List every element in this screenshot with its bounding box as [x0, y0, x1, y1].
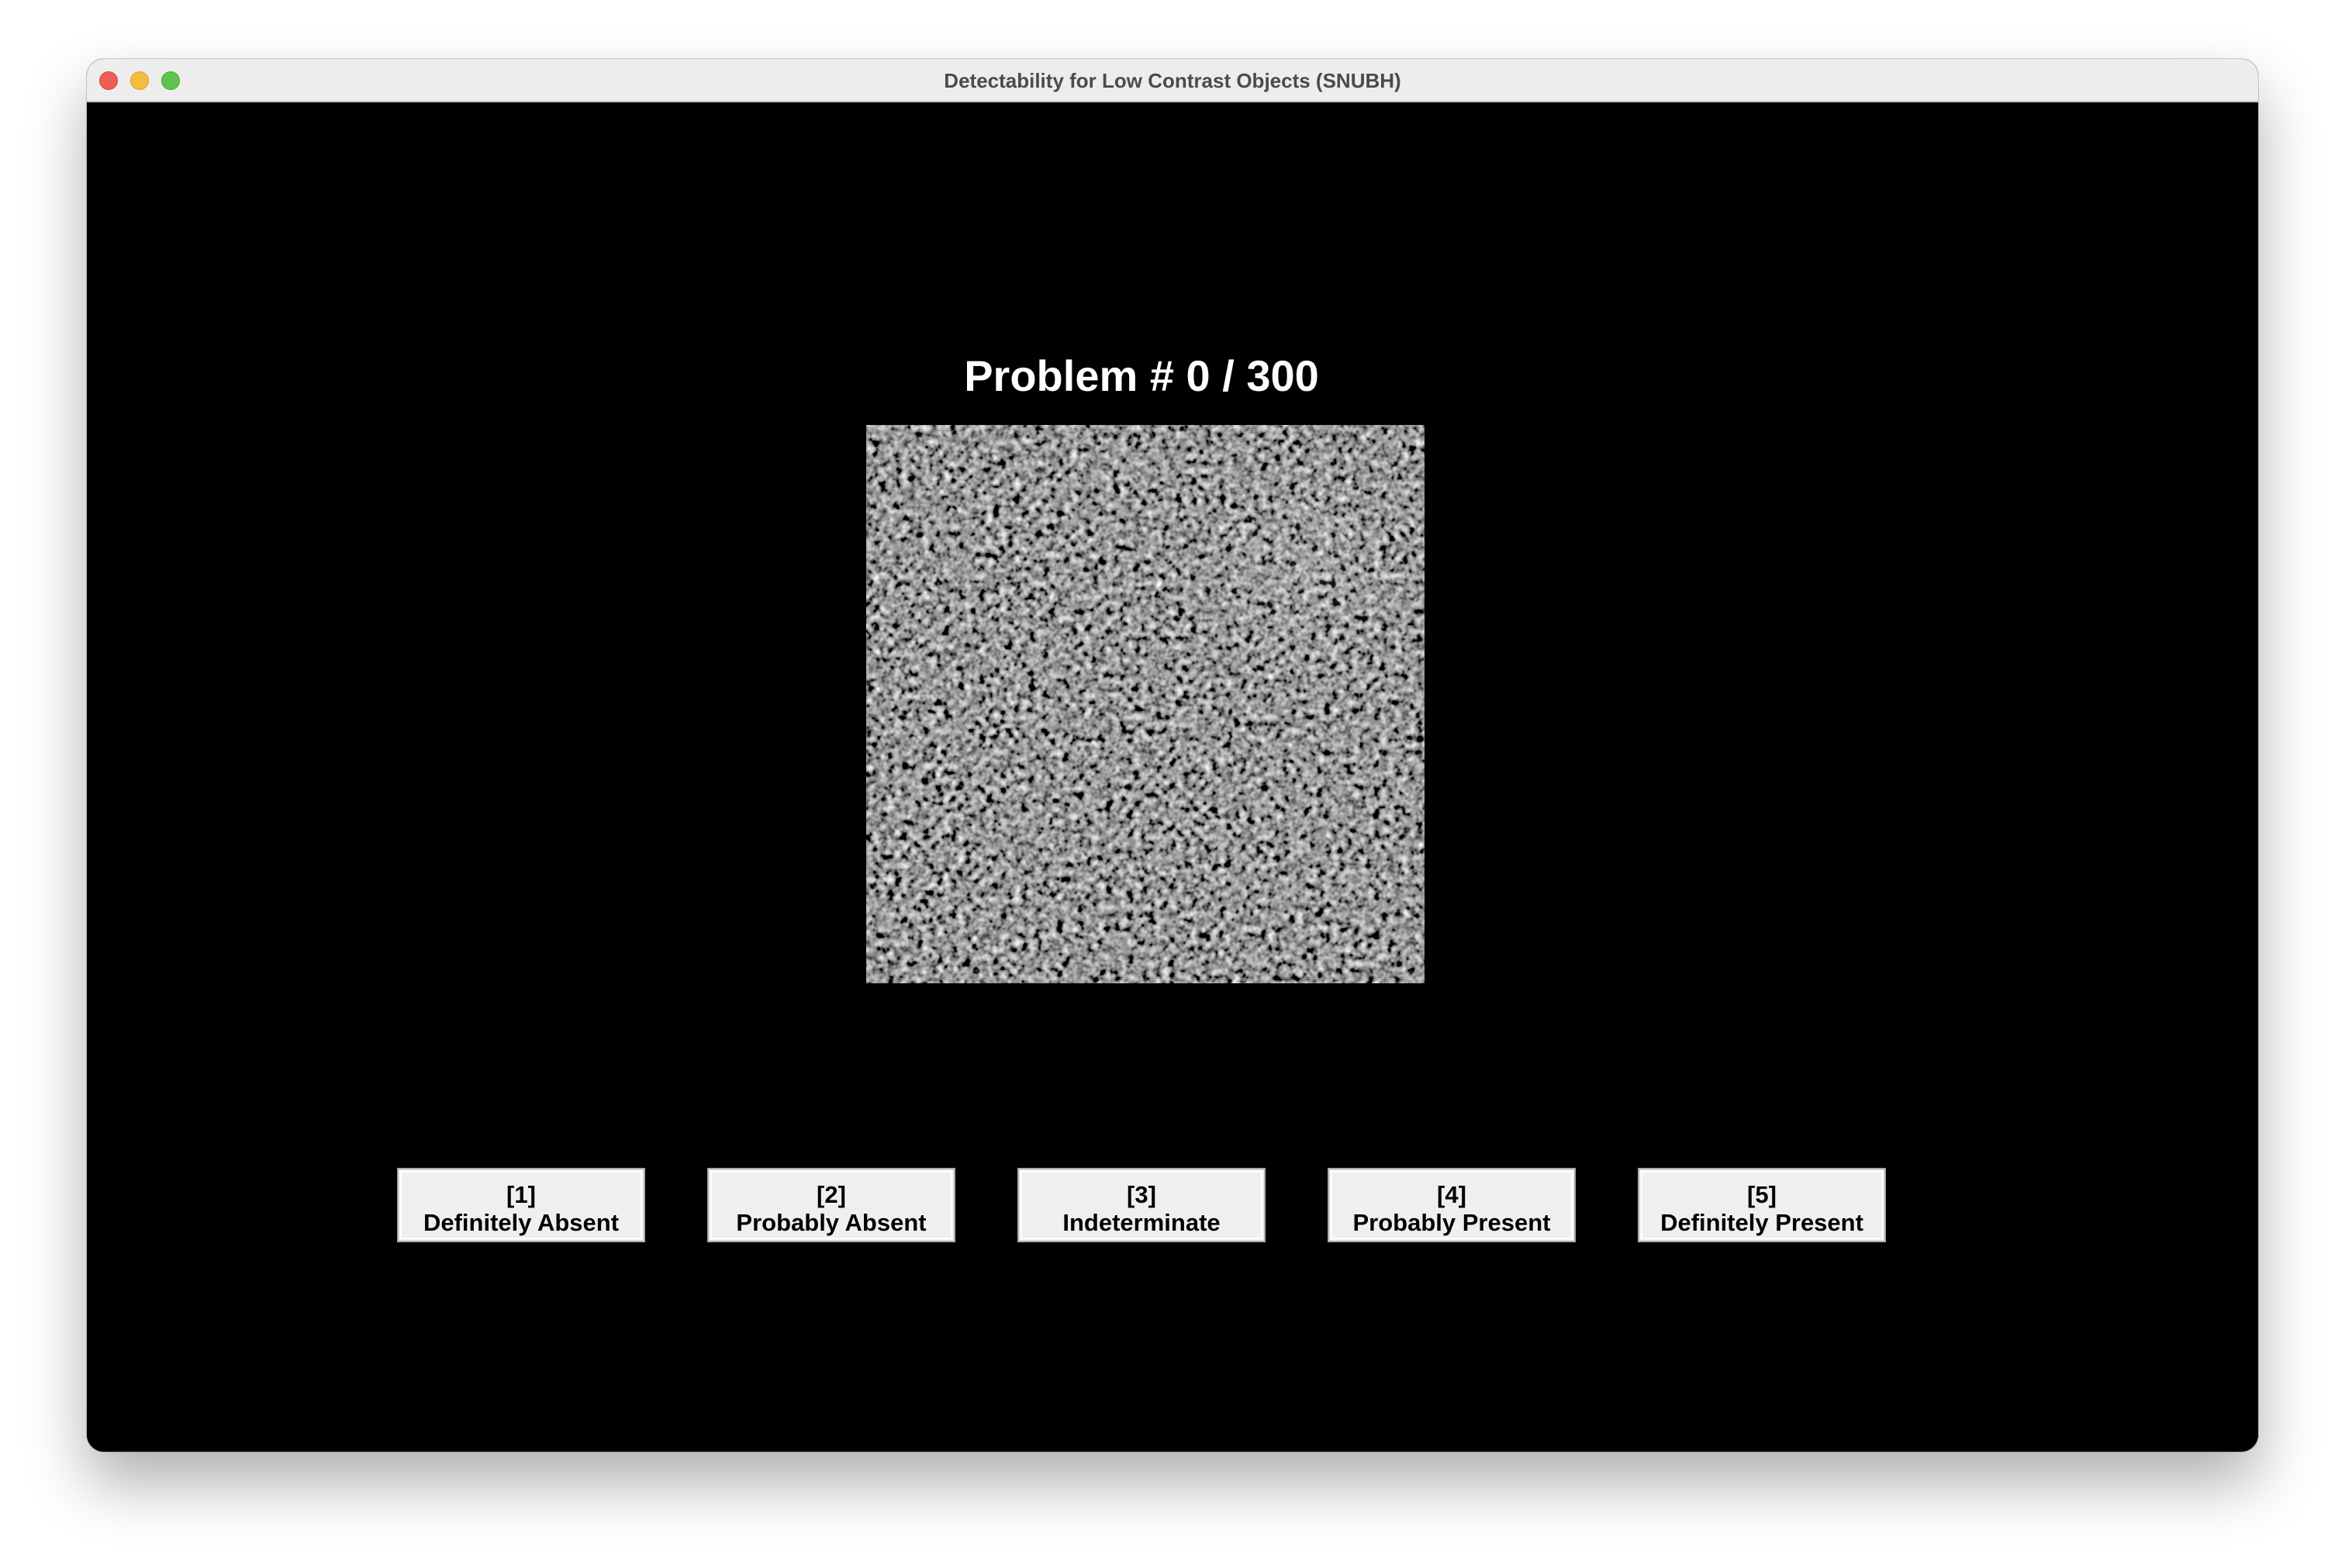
- rating-buttons: [1] Definitely Absent [2] Probably Absen…: [87, 1168, 2258, 1242]
- rating-key: [2]: [817, 1180, 846, 1208]
- problem-counter: Problem # 0 / 300: [964, 351, 1319, 400]
- rating-button-probably-absent[interactable]: [2] Probably Absent: [707, 1168, 955, 1242]
- rating-label: Definitely Present: [1660, 1208, 1863, 1236]
- rating-button-probably-present[interactable]: [4] Probably Present: [1328, 1168, 1576, 1242]
- rating-button-definitely-present[interactable]: [5] Definitely Present: [1638, 1168, 1886, 1242]
- window-title: Detectability for Low Contrast Objects (…: [944, 69, 1401, 92]
- title-bar[interactable]: Detectability for Low Contrast Objects (…: [87, 59, 2258, 102]
- rating-label: Probably Absent: [736, 1208, 927, 1236]
- noise-stimulus-image: [866, 425, 1425, 983]
- rating-key: [3]: [1127, 1180, 1156, 1208]
- rating-button-definitely-absent[interactable]: [1] Definitely Absent: [397, 1168, 645, 1242]
- rating-label: Definitely Absent: [423, 1208, 620, 1236]
- rating-key: [5]: [1747, 1180, 1777, 1208]
- noise-texture: [866, 425, 1425, 983]
- rating-button-indeterminate[interactable]: [3] Indeterminate: [1017, 1168, 1266, 1242]
- rating-label: Indeterminate: [1062, 1208, 1221, 1236]
- rating-key: [1]: [506, 1180, 536, 1208]
- main-content: Problem # 0 / 300 [1] Definitely Absent …: [87, 102, 2258, 1452]
- rating-label: Probably Present: [1352, 1208, 1551, 1236]
- app-window: Detectability for Low Contrast Objects (…: [87, 59, 2258, 1452]
- rating-key: [4]: [1437, 1180, 1466, 1208]
